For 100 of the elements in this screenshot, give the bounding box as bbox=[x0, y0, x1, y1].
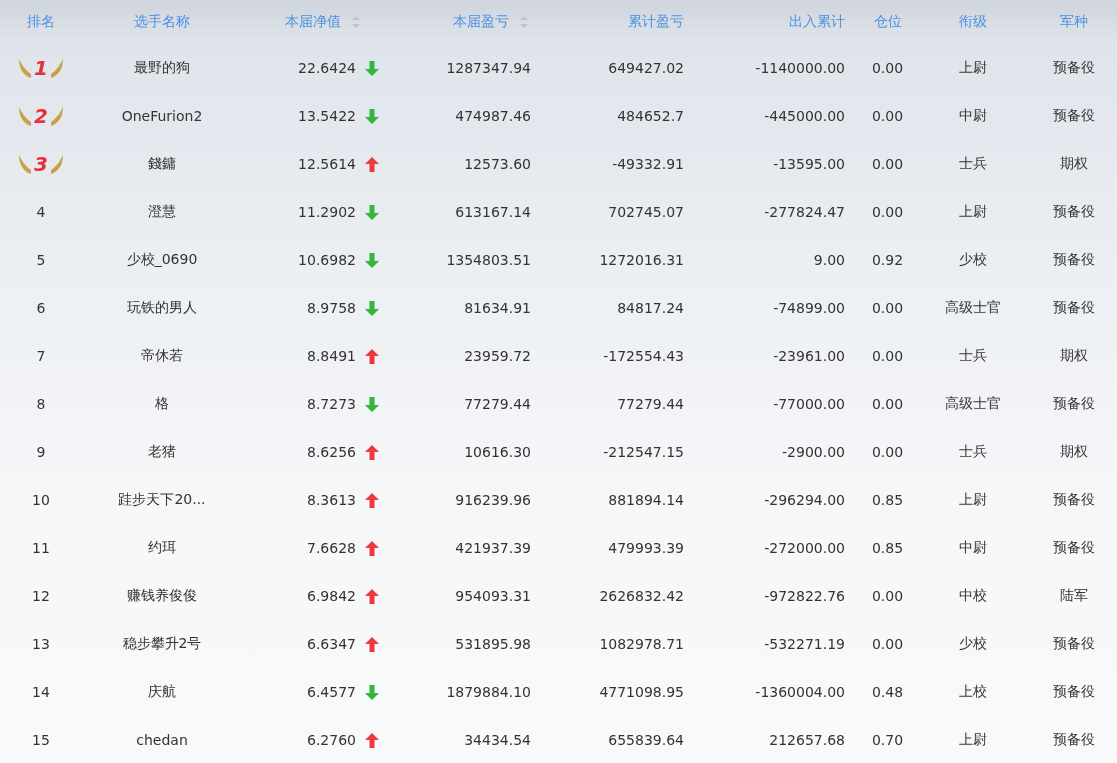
wing-icon bbox=[18, 153, 33, 175]
rank-number: 15 bbox=[32, 732, 50, 748]
branch-label: 预备役 bbox=[1052, 491, 1095, 509]
rank-number: 10 bbox=[32, 492, 50, 508]
net-value: 8.3613 bbox=[307, 492, 356, 508]
total-profit: 702745.07 bbox=[608, 204, 684, 220]
net-value: 6.4577 bbox=[307, 684, 356, 700]
column-header[interactable]: 本届盈亏 bbox=[453, 13, 509, 31]
player-name: 老猪 bbox=[148, 443, 176, 461]
rank-number: 7 bbox=[36, 348, 46, 364]
rank-number: 1 bbox=[34, 56, 48, 80]
rank-number: 3 bbox=[34, 152, 48, 176]
total-profit: 84817.24 bbox=[617, 300, 684, 316]
rank-number: 5 bbox=[36, 252, 46, 268]
player-name: 跬步天下20... bbox=[118, 491, 206, 509]
season-profit: 474987.46 bbox=[455, 108, 531, 124]
net-flow: -2900.00 bbox=[782, 444, 845, 460]
net-flow: -74899.00 bbox=[773, 300, 845, 316]
position-ratio: 0.85 bbox=[871, 492, 904, 508]
rank-number: 6 bbox=[36, 300, 46, 316]
player-name: 錢鏞 bbox=[148, 155, 176, 173]
rank-number: 12 bbox=[32, 588, 50, 604]
total-profit: -49332.91 bbox=[612, 156, 684, 172]
season-profit: 1879884.10 bbox=[446, 684, 531, 700]
player-name: 玩铁的男人 bbox=[127, 299, 197, 317]
position-ratio: 0.85 bbox=[871, 540, 904, 556]
net-value: 8.8491 bbox=[307, 348, 356, 364]
rank-title: 中校 bbox=[958, 587, 987, 605]
player-name: 最野的狗 bbox=[134, 59, 190, 77]
net-value: 22.6424 bbox=[298, 60, 356, 76]
sort-icon[interactable] bbox=[351, 15, 361, 29]
position-ratio: 0.00 bbox=[871, 444, 904, 460]
rank-title: 士兵 bbox=[958, 347, 987, 365]
rank-number: 11 bbox=[32, 540, 50, 556]
net-flow: 9.00 bbox=[813, 252, 845, 268]
branch-label: 预备役 bbox=[1052, 731, 1095, 749]
total-profit: -212547.15 bbox=[603, 444, 684, 460]
branch-label: 陆军 bbox=[1059, 587, 1088, 605]
player-name: 格 bbox=[155, 395, 169, 413]
position-ratio: 0.00 bbox=[871, 204, 904, 220]
total-profit: 1082978.71 bbox=[599, 636, 684, 652]
wing-icon bbox=[49, 153, 64, 175]
player-name: OneFurion2 bbox=[121, 108, 203, 124]
player-name: 少校_0690 bbox=[126, 251, 198, 269]
rank-title: 中尉 bbox=[958, 107, 987, 125]
net-value: 6.6347 bbox=[307, 636, 356, 652]
position-ratio: 0.00 bbox=[871, 396, 904, 412]
rank-title: 上校 bbox=[958, 683, 987, 701]
branch-label: 预备役 bbox=[1052, 203, 1095, 221]
branch-label: 期权 bbox=[1059, 155, 1088, 173]
rank-title: 士兵 bbox=[958, 443, 987, 461]
season-profit: 34434.54 bbox=[464, 732, 531, 748]
rank-title: 士兵 bbox=[958, 155, 987, 173]
net-flow: -13595.00 bbox=[773, 156, 845, 172]
net-flow: -1140000.00 bbox=[755, 60, 845, 76]
position-ratio: 0.92 bbox=[871, 252, 904, 268]
season-profit: 613167.14 bbox=[455, 204, 531, 220]
net-value: 10.6982 bbox=[298, 252, 356, 268]
rank-title: 高级士官 bbox=[944, 395, 1001, 413]
position-ratio: 0.00 bbox=[871, 108, 904, 124]
net-value: 6.9842 bbox=[307, 588, 356, 604]
season-profit: 916239.96 bbox=[455, 492, 531, 508]
rank-number: 13 bbox=[32, 636, 50, 652]
net-flow: 212657.68 bbox=[769, 732, 845, 748]
net-flow: -23961.00 bbox=[773, 348, 845, 364]
position-ratio: 0.00 bbox=[871, 300, 904, 316]
branch-label: 预备役 bbox=[1052, 539, 1095, 557]
total-profit: 77279.44 bbox=[617, 396, 684, 412]
net-flow: -445000.00 bbox=[764, 108, 845, 124]
season-profit: 23959.72 bbox=[464, 348, 531, 364]
wing-icon bbox=[18, 57, 33, 79]
rank-title: 上尉 bbox=[958, 203, 987, 221]
sort-icon[interactable] bbox=[519, 15, 529, 29]
rank-number: 2 bbox=[34, 104, 48, 128]
player-name: 庆航 bbox=[148, 683, 176, 701]
net-value: 8.9758 bbox=[307, 300, 356, 316]
position-ratio: 0.48 bbox=[871, 684, 904, 700]
branch-label: 预备役 bbox=[1052, 251, 1095, 269]
net-value: 8.6256 bbox=[307, 444, 356, 460]
net-flow: -972822.76 bbox=[764, 588, 845, 604]
wing-icon bbox=[18, 105, 33, 127]
column-header[interactable]: 本届净值 bbox=[285, 13, 341, 31]
net-value: 13.5422 bbox=[298, 108, 356, 124]
net-value: 8.7273 bbox=[307, 396, 356, 412]
position-ratio: 0.00 bbox=[871, 60, 904, 76]
season-profit: 77279.44 bbox=[464, 396, 531, 412]
net-value: 6.2760 bbox=[307, 732, 356, 748]
player-name: 澄慧 bbox=[148, 203, 176, 221]
total-profit: 2626832.42 bbox=[599, 588, 684, 604]
branch-label: 预备役 bbox=[1052, 59, 1095, 77]
net-flow: -272000.00 bbox=[764, 540, 845, 556]
column-header: 排名 bbox=[27, 13, 55, 31]
player-name: chedan bbox=[136, 732, 188, 748]
rank-title: 上尉 bbox=[958, 491, 987, 509]
player-name: 约珥 bbox=[148, 539, 176, 557]
rank-number: 14 bbox=[32, 684, 50, 700]
position-ratio: 0.00 bbox=[871, 636, 904, 652]
branch-label: 预备役 bbox=[1052, 395, 1095, 413]
position-ratio: 0.00 bbox=[871, 588, 904, 604]
rank-title: 少校 bbox=[958, 251, 987, 269]
